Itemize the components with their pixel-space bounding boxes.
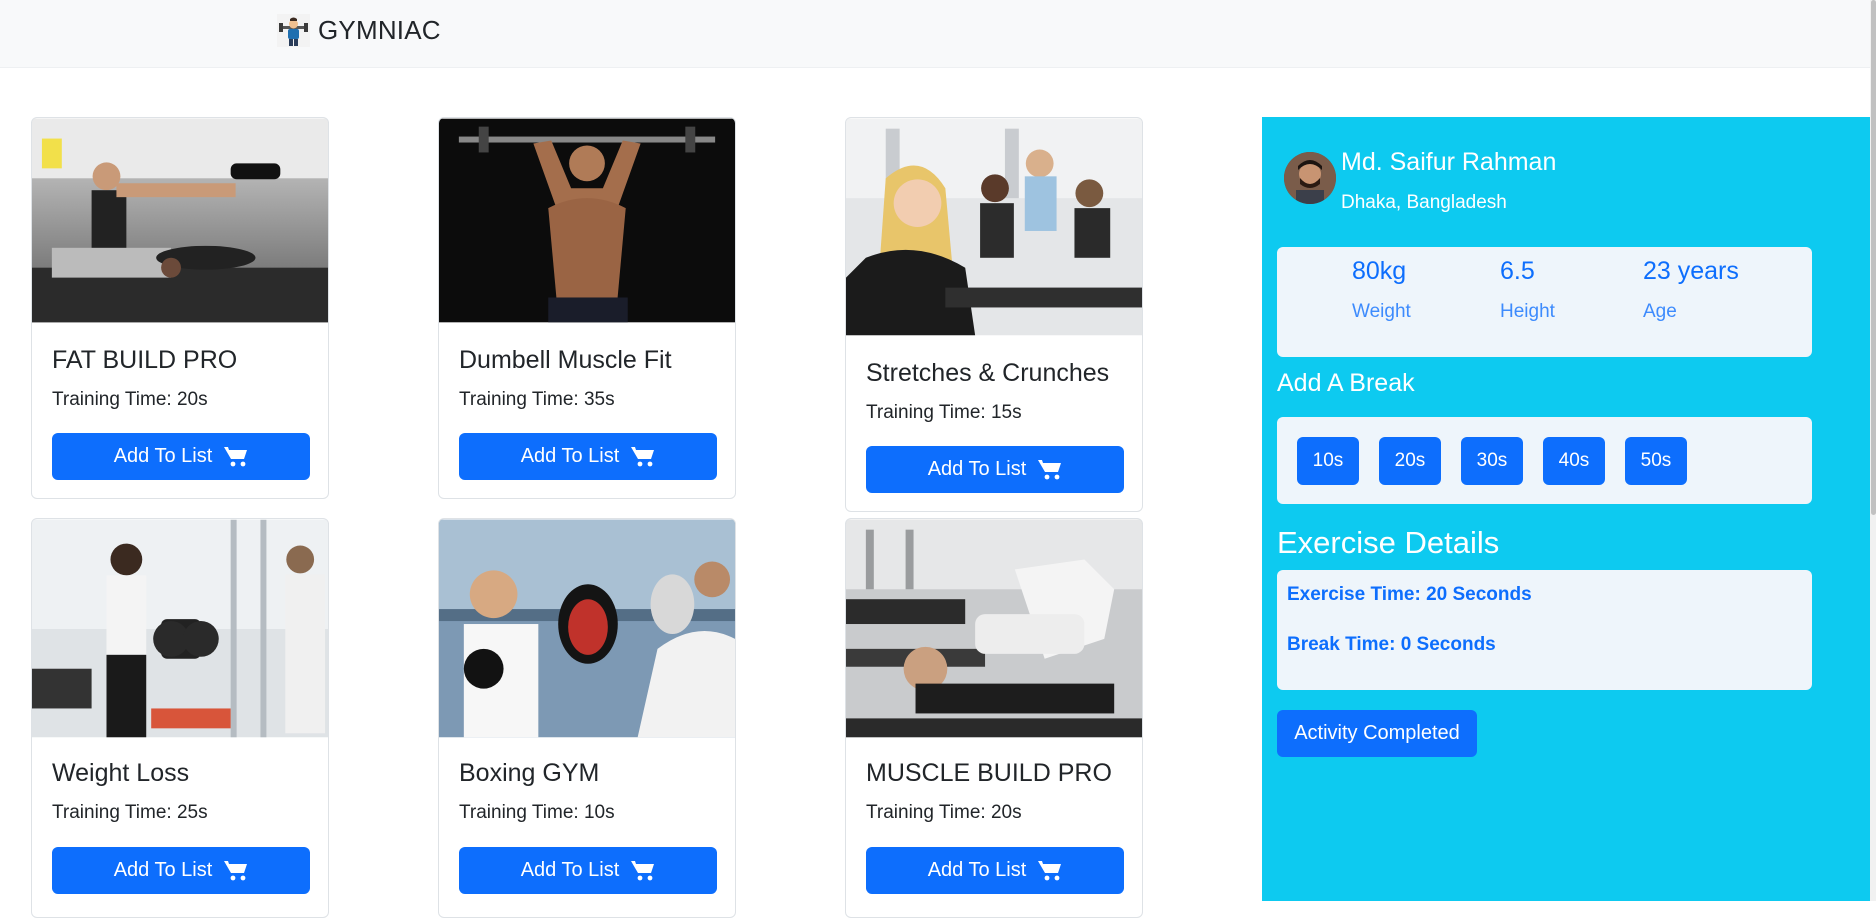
add-to-list-button[interactable]: Add To List	[459, 433, 717, 480]
add-to-list-button[interactable]: Add To List	[459, 847, 717, 894]
exercise-image	[846, 519, 1142, 738]
weight-value: 80kg	[1352, 257, 1407, 285]
break-30s-button[interactable]: 30s	[1461, 437, 1523, 485]
break-10s-button[interactable]: 10s	[1297, 437, 1359, 485]
break-40s-button[interactable]: 40s	[1543, 437, 1605, 485]
exercise-title: Boxing GYM	[459, 759, 600, 787]
height-value: 6.5	[1500, 257, 1535, 285]
add-to-list-button[interactable]: Add To List	[866, 847, 1124, 894]
exercise-title: Stretches & Crunches	[866, 359, 1110, 387]
exercise-title: FAT BUILD PRO	[52, 346, 238, 374]
break-time: Break Time: 0 Seconds	[1287, 634, 1496, 655]
cart-icon	[224, 860, 248, 880]
scrollbar-thumb[interactable]	[1871, 0, 1876, 515]
exercise-card: Dumbell Muscle Fit Training Time: 35s Ad…	[438, 117, 736, 499]
avatar	[1284, 152, 1336, 204]
add-to-list-label: Add To List	[927, 458, 1027, 480]
training-time: Training Time: 20s	[866, 802, 1022, 823]
navbar: GYMNIAC	[0, 0, 1876, 68]
exercise-title: MUSCLE BUILD PRO	[866, 759, 1112, 787]
training-time: Training Time: 25s	[52, 802, 208, 823]
add-to-list-button[interactable]: Add To List	[866, 446, 1124, 493]
exercise-image	[846, 118, 1142, 336]
exercise-title: Dumbell Muscle Fit	[459, 346, 672, 374]
exercise-image	[439, 519, 735, 738]
exercise-image	[32, 118, 328, 323]
cart-icon	[631, 860, 655, 880]
brand-name: GYMNIAC	[318, 15, 441, 45]
user-location: Dhaka, Bangladesh	[1341, 192, 1507, 213]
exercise-image	[439, 118, 735, 323]
add-to-list-label: Add To List	[520, 445, 620, 467]
exercise-card: Boxing GYM Training Time: 10s Add To Lis…	[438, 518, 736, 918]
training-time: Training Time: 10s	[459, 802, 615, 823]
weight-label: Weight	[1352, 301, 1411, 322]
cart-icon	[1038, 459, 1062, 479]
exercise-card: Stretches & Crunches Training Time: 15s …	[845, 117, 1143, 512]
cart-icon	[1038, 860, 1062, 880]
age-label: Age	[1643, 301, 1677, 322]
user-name: Md. Saifur Rahman	[1341, 148, 1557, 176]
exercise-details-title: Exercise Details	[1277, 525, 1500, 560]
break-20s-button[interactable]: 20s	[1379, 437, 1441, 485]
add-to-list-label: Add To List	[927, 859, 1027, 881]
exercise-card: MUSCLE BUILD PRO Training Time: 20s Add …	[845, 518, 1143, 918]
add-to-list-label: Add To List	[520, 859, 620, 881]
exercise-card: FAT BUILD PRO Training Time: 20s Add To …	[31, 117, 329, 499]
add-to-list-button[interactable]: Add To List	[52, 433, 310, 480]
exercise-card: Weight Loss Training Time: 25s Add To Li…	[31, 518, 329, 918]
add-to-list-button[interactable]: Add To List	[52, 847, 310, 894]
cart-icon	[224, 446, 248, 466]
exercise-image	[32, 519, 328, 738]
brand-link[interactable]: GYMNIAC	[277, 14, 441, 47]
training-time: Training Time: 35s	[459, 389, 615, 410]
activity-completed-button[interactable]: Activity Completed	[1277, 710, 1477, 757]
cart-icon	[631, 446, 655, 466]
exercise-time: Exercise Time: 20 Seconds	[1287, 584, 1532, 605]
add-break-title: Add A Break	[1277, 369, 1415, 397]
profile-sidebar	[1262, 117, 1870, 901]
height-label: Height	[1500, 301, 1555, 322]
add-to-list-label: Add To List	[113, 859, 213, 881]
gym-trainer-icon	[277, 14, 310, 47]
user-photo	[1284, 152, 1336, 204]
exercise-title: Weight Loss	[52, 759, 190, 787]
break-50s-button[interactable]: 50s	[1625, 437, 1687, 485]
add-to-list-label: Add To List	[113, 445, 213, 467]
training-time: Training Time: 15s	[866, 402, 1022, 423]
age-value: 23 years	[1643, 257, 1739, 285]
training-time: Training Time: 20s	[52, 389, 208, 410]
